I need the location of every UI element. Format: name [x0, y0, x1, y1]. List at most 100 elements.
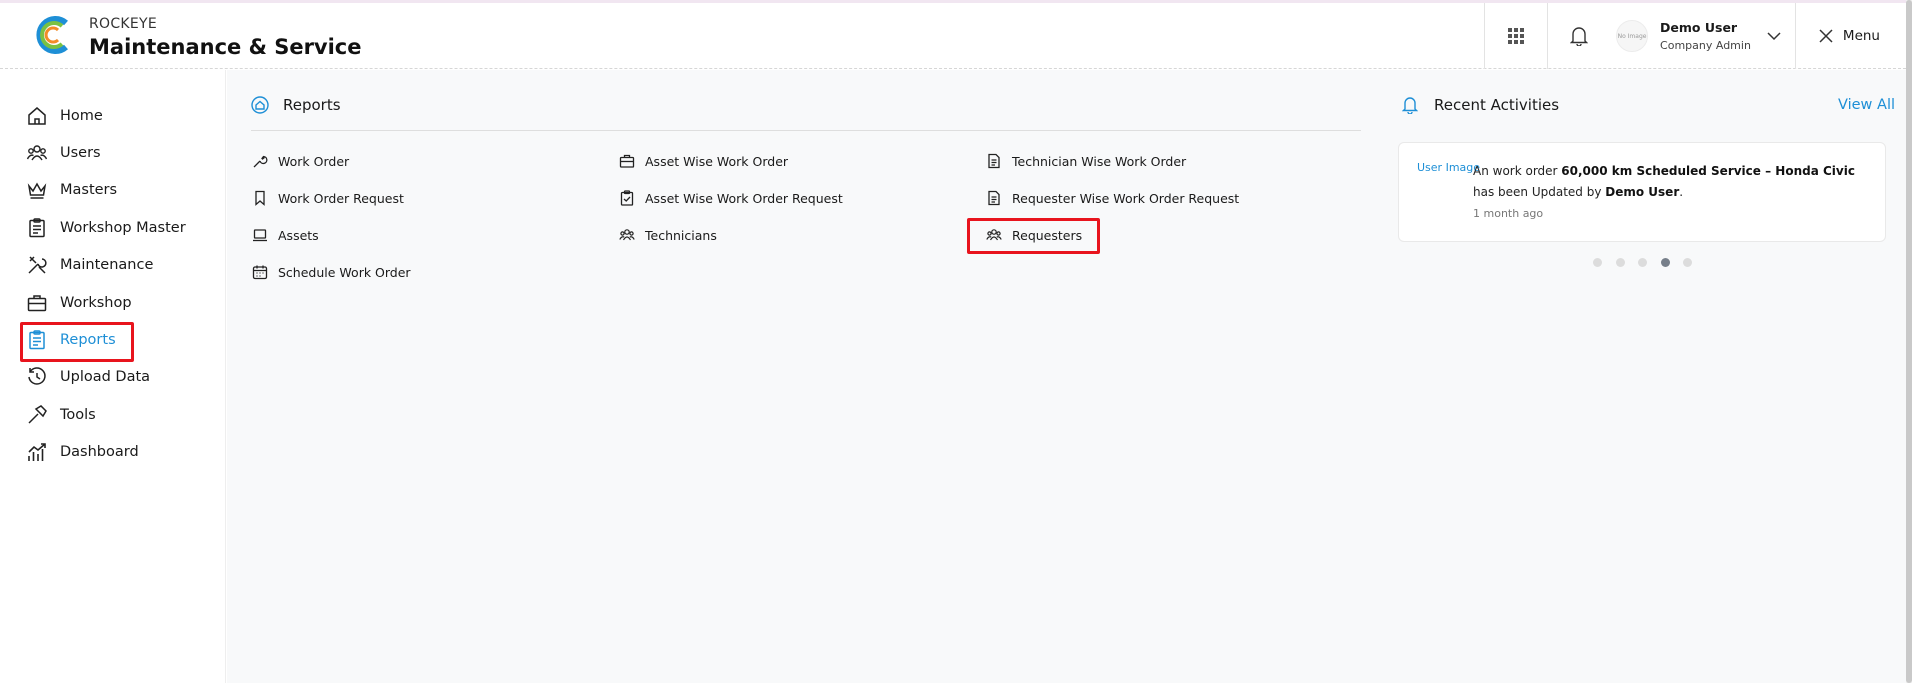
sidebar-item-maintenance[interactable]: Maintenance — [26, 250, 153, 280]
carousel-dot-active[interactable] — [1660, 258, 1670, 267]
carousel-dot[interactable] — [1638, 258, 1647, 267]
menu-label: Menu — [1842, 28, 1880, 44]
report-icon — [29, 330, 45, 350]
report-link-label: Technician Wise Work Order — [1012, 153, 1187, 169]
main-content: Reports Work Order Work Order Request As… — [227, 70, 1906, 683]
sidebar-item-label: Users — [60, 145, 101, 161]
recent-activities-title: Recent Activities — [1434, 96, 1560, 114]
briefcase-icon — [619, 154, 635, 168]
report-link-label: Schedule Work Order — [278, 264, 411, 280]
sidebar-item-users[interactable]: Users — [26, 138, 101, 168]
users-icon — [26, 145, 48, 161]
chart-icon — [28, 443, 46, 461]
report-link-asset-wise-work-order[interactable]: Asset Wise Work Order — [619, 150, 788, 172]
carousel-dot[interactable] — [1615, 258, 1625, 267]
divider — [251, 130, 1361, 131]
clipboard-icon — [29, 218, 45, 238]
brand-name: ROCKEYE — [89, 16, 158, 32]
sidebar-item-label: Workshop Master — [60, 220, 186, 236]
wrench-icon — [253, 155, 268, 168]
calendar-icon — [252, 265, 268, 280]
carousel-dot[interactable] — [1593, 258, 1602, 267]
report-link-label: Technicians — [645, 227, 717, 243]
bookmark-icon — [255, 190, 265, 206]
report-link-label: Work Order — [278, 153, 350, 169]
sidebar-item-label: Masters — [60, 182, 118, 198]
tools-icon — [28, 256, 47, 274]
scrollbar-track[interactable] — [1906, 0, 1912, 683]
avatar: No Image — [1616, 20, 1649, 52]
user-image-placeholder: User Image — [1417, 161, 1481, 174]
sidebar-item-reports[interactable]: Reports — [26, 325, 116, 355]
report-link-asset-wise-work-order-request[interactable]: Asset Wise Work Order Request — [619, 187, 843, 209]
report-link-technician-wise-work-order[interactable]: Technician Wise Work Order — [986, 150, 1186, 172]
sidebar-item-label: Upload Data — [60, 369, 151, 385]
activity-text: An work order 60,000 km Scheduled Servic… — [1473, 161, 1878, 203]
sidebar-item-upload-data[interactable]: Upload Data — [26, 362, 150, 392]
bell-icon — [1570, 27, 1589, 46]
carousel-dot[interactable] — [1683, 258, 1692, 267]
report-link-technicians[interactable]: Technicians — [619, 224, 717, 246]
sidebar-item-label: Dashboard — [60, 444, 139, 460]
activity-text-part: . — [1679, 185, 1684, 199]
document-icon — [988, 153, 1000, 169]
sidebar-item-workshop-master[interactable]: Workshop Master — [26, 213, 186, 243]
report-link-label: Requester Wise Work Order Request — [1012, 190, 1240, 206]
sidebar-item-label: Maintenance — [60, 257, 154, 273]
notifications-button[interactable] — [1548, 3, 1610, 69]
sidebar-item-tools[interactable]: Tools — [26, 400, 96, 430]
laptop-icon — [253, 229, 267, 242]
activity-text-part: An work order — [1473, 164, 1562, 178]
users-icon — [986, 229, 1002, 241]
view-all-link[interactable]: View All — [1838, 97, 1895, 113]
sidebar-item-home[interactable]: Home — [26, 101, 103, 131]
sidebar-item-workshop[interactable]: Workshop — [26, 288, 132, 318]
sidebar: Home Users Masters Workshop Master Maint… — [0, 70, 226, 683]
close-icon — [1819, 29, 1833, 43]
app-header: ROCKEYE Maintenance & Service No Image D… — [0, 3, 1906, 69]
sidebar-item-label: Reports — [60, 332, 116, 348]
report-link-label: Asset Wise Work Order — [645, 153, 789, 169]
hammer-icon — [28, 405, 47, 424]
history-icon — [28, 367, 46, 385]
bell-icon — [1402, 97, 1418, 114]
report-link-label: Requesters — [1012, 227, 1083, 243]
briefcase-icon — [27, 295, 47, 312]
sidebar-item-label: Home — [60, 108, 103, 124]
user-menu[interactable]: No Image Demo User Company Admin — [1610, 3, 1795, 69]
scrollbar-thumb[interactable] — [1906, 0, 1912, 683]
report-link-label: Assets — [278, 227, 319, 243]
report-link-requester-wise-work-order-request[interactable]: Requester Wise Work Order Request — [986, 187, 1239, 209]
report-link-work-order[interactable]: Work Order — [252, 150, 349, 172]
crown-icon — [27, 182, 47, 199]
menu-button[interactable]: Menu — [1796, 3, 1906, 69]
user-name: Demo User — [1660, 20, 1738, 35]
activity-subject: 60,000 km Scheduled Service – Honda Civi… — [1561, 164, 1855, 178]
document-icon — [988, 190, 1000, 206]
carousel-dots — [1593, 258, 1706, 267]
report-link-work-order-request[interactable]: Work Order Request — [252, 187, 404, 209]
user-role: Company Admin — [1660, 39, 1751, 52]
activity-text-part: has been Updated by — [1473, 185, 1606, 199]
users-icon — [619, 229, 635, 241]
report-link-label: Asset Wise Work Order Request — [645, 190, 843, 206]
sidebar-item-masters[interactable]: Masters — [26, 175, 117, 205]
report-link-schedule-work-order[interactable]: Schedule Work Order — [252, 261, 411, 283]
activity-user: Demo User — [1605, 185, 1680, 199]
app-title: Maintenance & Service — [89, 35, 362, 59]
home-icon — [28, 107, 46, 125]
grid-icon — [1508, 28, 1525, 44]
report-link-assets[interactable]: Assets — [252, 224, 319, 246]
activity-time: 1 month ago — [1473, 207, 1544, 220]
sidebar-item-label: Workshop — [60, 295, 132, 311]
apps-grid-button[interactable] — [1485, 3, 1547, 69]
chevron-down-icon[interactable] — [1767, 31, 1781, 41]
report-link-requesters[interactable]: Requesters — [986, 224, 1082, 246]
rockeye-logo-icon — [36, 16, 68, 54]
sidebar-item-dashboard[interactable]: Dashboard — [26, 437, 139, 467]
breadcrumb: Reports — [251, 96, 341, 114]
report-link-label: Work Order Request — [278, 190, 404, 206]
sidebar-item-label: Tools — [60, 407, 96, 423]
page-title: Reports — [283, 96, 341, 114]
clipboard-check-icon — [620, 190, 634, 206]
